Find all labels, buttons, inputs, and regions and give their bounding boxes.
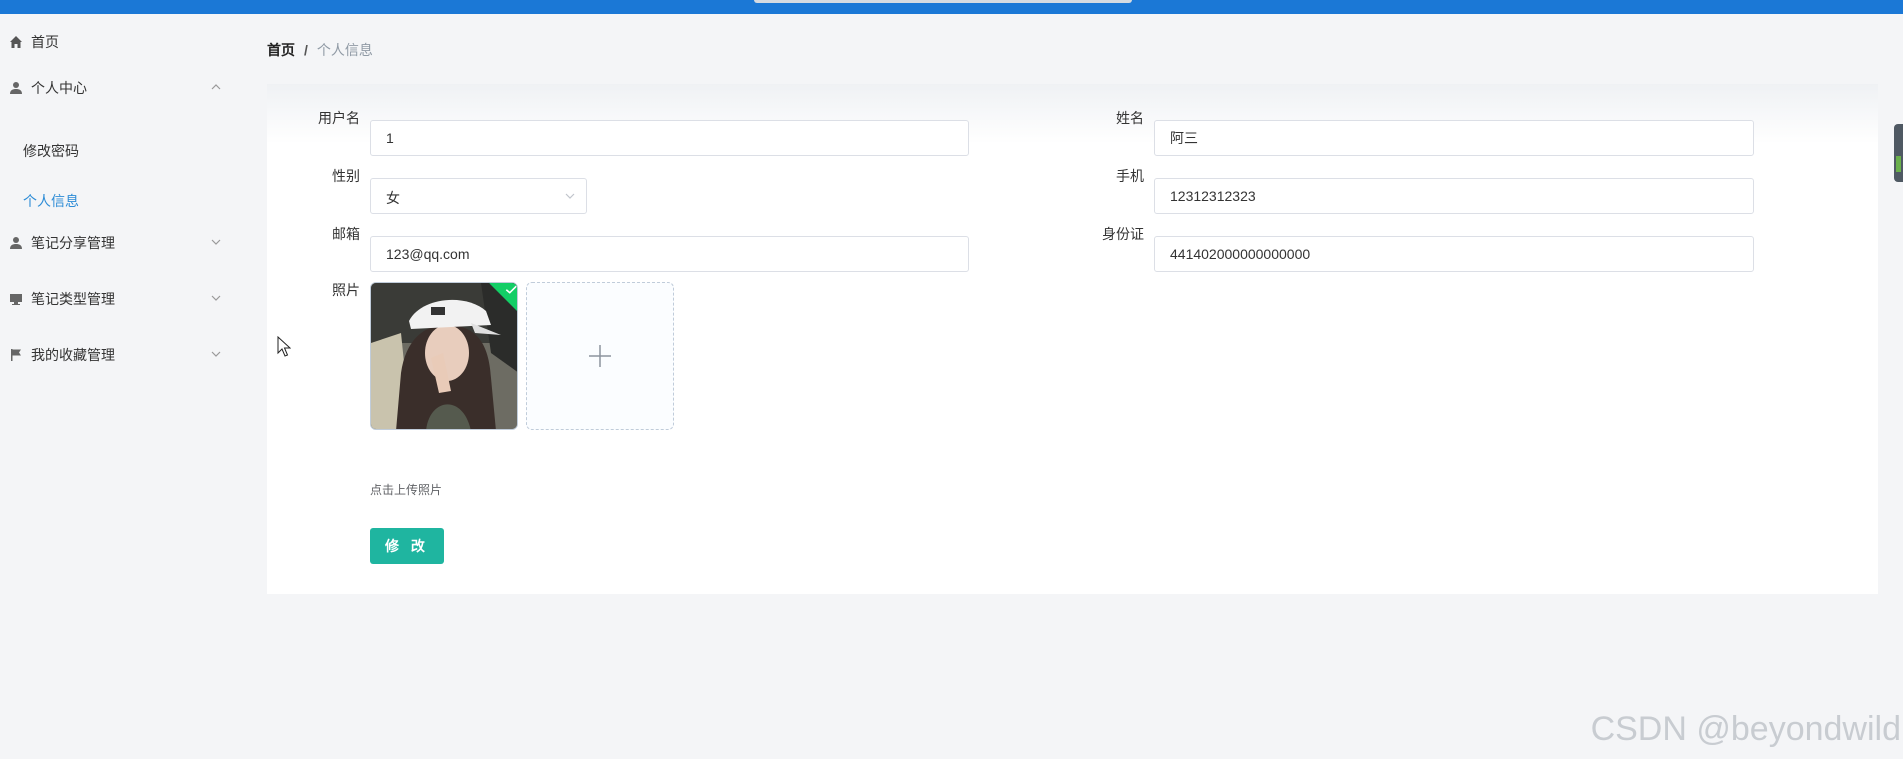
sidebar-item-label: 笔记类型管理	[31, 291, 115, 307]
gender-label: 性别	[332, 168, 360, 184]
name-label: 姓名	[1116, 110, 1144, 126]
sidebar-subitem-personal-info[interactable]: 个人信息	[23, 190, 79, 212]
sidebar-subitem-label: 修改密码	[23, 143, 79, 159]
top-scroll-indicator	[754, 0, 1132, 3]
sidebar-subitem-label: 个人信息	[23, 193, 79, 209]
top-header-bar	[0, 0, 1903, 14]
user-icon	[8, 235, 24, 251]
breadcrumb-current: 个人信息	[316, 42, 373, 58]
user-icon	[8, 80, 24, 96]
id-card-input[interactable]	[1154, 236, 1754, 272]
mouse-cursor-icon	[277, 336, 291, 357]
photo-label: 照片	[332, 282, 360, 298]
breadcrumb-separator: /	[304, 42, 308, 58]
chevron-down-icon	[210, 292, 222, 304]
email-input[interactable]	[370, 236, 969, 272]
main-content: 首页 / 个人信息 用户名 姓名 性别 女 手机 邮箱 身份证 照片	[240, 14, 1903, 759]
sidebar-item-note-type[interactable]: 笔记类型管理	[0, 284, 232, 314]
chevron-up-icon	[210, 81, 222, 93]
chevron-down-icon	[564, 190, 576, 202]
upload-photo-button[interactable]	[526, 282, 674, 430]
phone-label: 手机	[1116, 168, 1144, 184]
name-input[interactable]	[1154, 120, 1754, 156]
flag-icon	[8, 347, 24, 363]
phone-input[interactable]	[1154, 178, 1754, 214]
side-panel-handle[interactable]	[1894, 124, 1903, 182]
gender-select[interactable]: 女	[370, 178, 587, 214]
monitor-icon	[8, 291, 24, 307]
upload-photo-tip: 点击上传照片	[370, 483, 443, 497]
chevron-down-icon	[210, 236, 222, 248]
sidebar-item-favorites[interactable]: 我的收藏管理	[0, 340, 232, 370]
uploaded-photo-thumbnail[interactable]	[370, 282, 518, 430]
sidebar-item-label: 个人中心	[31, 80, 87, 96]
chevron-down-icon	[210, 348, 222, 360]
email-label: 邮箱	[332, 226, 360, 242]
breadcrumb-home[interactable]: 首页	[267, 40, 295, 60]
sidebar-item-label: 我的收藏管理	[31, 347, 115, 363]
sidebar-item-home[interactable]: 首页	[0, 27, 232, 57]
gender-select-value: 女	[386, 190, 400, 206]
personal-info-card: 用户名 姓名 性别 女 手机 邮箱 身份证 照片	[267, 84, 1878, 594]
sidebar-subitem-change-password[interactable]: 修改密码	[23, 140, 79, 162]
home-icon	[8, 34, 24, 50]
sidebar: 首页 个人中心 修改密码 个人信息 笔记分享管理 笔记类型管理 我的收藏管理	[0, 14, 240, 759]
sidebar-item-note-share[interactable]: 笔记分享管理	[0, 228, 232, 258]
submit-modify-button[interactable]: 修 改	[370, 528, 444, 564]
sidebar-item-label: 笔记分享管理	[31, 235, 115, 251]
sidebar-item-personal-center[interactable]: 个人中心	[0, 73, 232, 103]
sidebar-item-label: 首页	[31, 34, 59, 50]
username-input[interactable]	[370, 120, 969, 156]
watermark: CSDN @beyondwild	[1590, 710, 1901, 748]
username-label: 用户名	[318, 110, 360, 126]
id-card-label: 身份证	[1102, 226, 1144, 242]
plus-icon	[589, 345, 611, 367]
breadcrumb: 首页 / 个人信息	[267, 40, 373, 60]
